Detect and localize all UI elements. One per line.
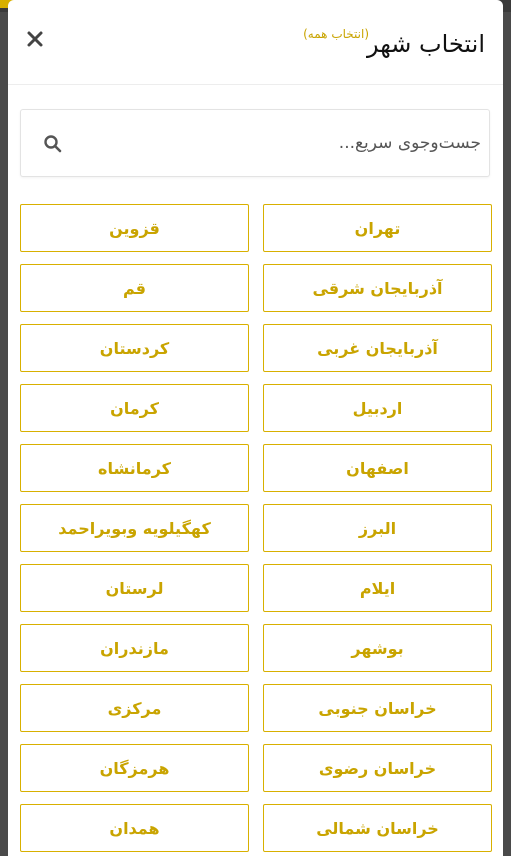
city-button-left[interactable]: مرکزی (20, 684, 249, 732)
city-button-left[interactable]: کرمانشاه (20, 444, 249, 492)
select-all-link[interactable]: (انتخاب همه) (303, 26, 369, 42)
city-button-left[interactable]: قم (20, 264, 249, 312)
city-button-left[interactable]: کهگیلویه وبویراحمد (20, 504, 249, 552)
city-button-right[interactable]: تهران (263, 204, 492, 252)
city-button-left[interactable]: کردستان (20, 324, 249, 372)
city-grid: قزوین تهران قم آذربایجان شرقی کردستان آذ… (20, 204, 492, 852)
search-box (20, 109, 490, 177)
city-button-left[interactable]: قزوین (20, 204, 249, 252)
close-button[interactable] (22, 26, 48, 52)
city-button-right[interactable]: خراسان رضوی (263, 744, 492, 792)
modal-title: انتخاب شهر (366, 30, 485, 58)
city-button-right[interactable]: بوشهر (263, 624, 492, 672)
city-button-right[interactable]: آذربایجان غربی (263, 324, 492, 372)
city-button-right[interactable]: ایلام (263, 564, 492, 612)
city-button-right[interactable]: اردبیل (263, 384, 492, 432)
city-button-left[interactable]: مازندران (20, 624, 249, 672)
city-button-left[interactable]: کرمان (20, 384, 249, 432)
modal-header: (انتخاب همه) انتخاب شهر (8, 0, 503, 85)
search-icon[interactable] (43, 134, 63, 154)
city-button-left[interactable]: همدان (20, 804, 249, 852)
city-button-left[interactable]: لرستان (20, 564, 249, 612)
close-icon (27, 31, 43, 47)
city-button-left[interactable]: هرمزگان (20, 744, 249, 792)
city-button-right[interactable]: البرز (263, 504, 492, 552)
city-button-right[interactable]: خراسان شمالی (263, 804, 492, 852)
city-select-modal: (انتخاب همه) انتخاب شهر قزوین تهران قم آ… (8, 0, 503, 856)
city-button-right[interactable]: خراسان جنوبی (263, 684, 492, 732)
search-input[interactable] (81, 110, 481, 176)
city-button-right[interactable]: آذربایجان شرقی (263, 264, 492, 312)
city-button-right[interactable]: اصفهان (263, 444, 492, 492)
